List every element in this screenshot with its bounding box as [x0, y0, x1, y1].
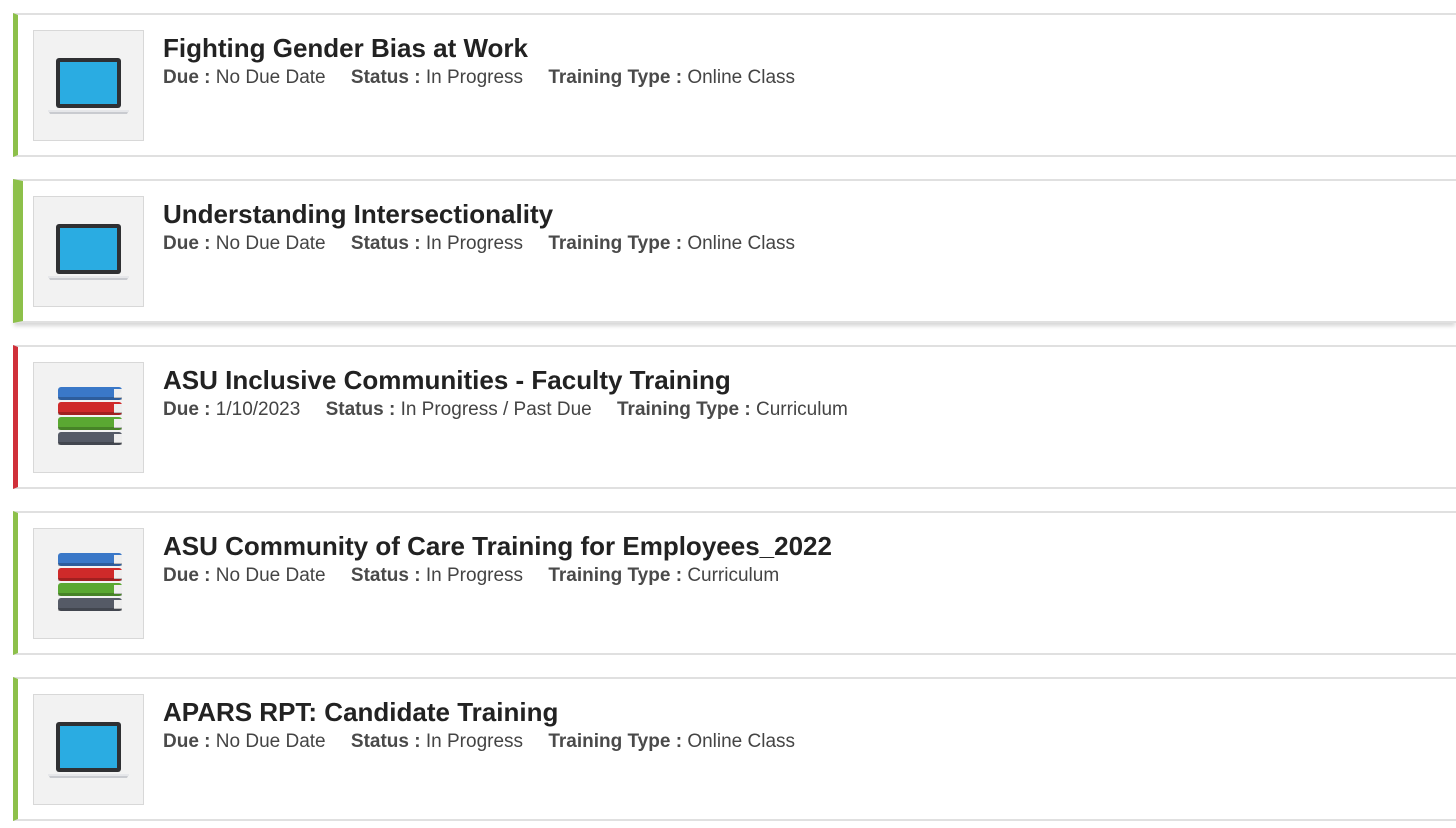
training-card[interactable]: ASU Inclusive Communities - Faculty Trai… — [13, 345, 1456, 489]
training-type-value: Online Class — [687, 67, 796, 88]
status-value: In Progress / Past Due — [400, 399, 592, 420]
training-title[interactable]: APARS RPT: Candidate Training — [163, 697, 1436, 727]
training-type-label: Training Type : — [548, 67, 683, 88]
status-label: Status : — [350, 67, 421, 88]
due-label: Due : — [163, 233, 211, 254]
status-label: Status : — [350, 233, 421, 254]
training-type-label: Training Type : — [548, 233, 683, 254]
training-title[interactable]: ASU Inclusive Communities - Faculty Trai… — [163, 365, 1436, 395]
status-value: In Progress — [425, 233, 524, 254]
training-card[interactable]: ASU Community of Care Training for Emplo… — [13, 511, 1456, 655]
due-label: Due : — [163, 565, 211, 586]
training-type-value: Curriculum — [756, 399, 848, 420]
due-label: Due : — [163, 731, 211, 752]
status-value: In Progress — [425, 731, 524, 752]
status-label: Status : — [350, 731, 421, 752]
training-meta: Due : No Due Date Status : In Progress T… — [163, 729, 1436, 755]
training-card[interactable]: APARS RPT: Candidate Training Due : No D… — [13, 677, 1456, 821]
training-type-label: Training Type : — [548, 731, 683, 752]
status-value: In Progress — [425, 67, 524, 88]
training-type-value: Online Class — [687, 233, 796, 254]
training-thumbnail — [33, 30, 144, 141]
due-value: No Due Date — [215, 67, 326, 88]
status-value: In Progress — [425, 565, 524, 586]
training-thumbnail — [33, 528, 144, 639]
training-type-value: Curriculum — [687, 565, 780, 586]
due-value: 1/10/2023 — [215, 399, 301, 420]
training-meta: Due : 1/10/2023 Status : In Progress / P… — [163, 397, 1436, 423]
training-thumbnail — [33, 196, 144, 307]
training-title[interactable]: ASU Community of Care Training for Emplo… — [163, 531, 1436, 561]
due-value: No Due Date — [215, 233, 326, 254]
training-meta: Due : No Due Date Status : In Progress T… — [163, 65, 1436, 91]
due-value: No Due Date — [215, 731, 326, 752]
due-value: No Due Date — [215, 565, 326, 586]
training-thumbnail — [33, 362, 144, 473]
training-type-label: Training Type : — [548, 565, 683, 586]
training-title[interactable]: Understanding Intersectionality — [163, 199, 1436, 229]
training-card[interactable]: Fighting Gender Bias at Work Due : No Du… — [13, 13, 1456, 157]
training-card[interactable]: Understanding Intersectionality Due : No… — [13, 179, 1456, 323]
status-label: Status : — [325, 399, 396, 420]
training-type-value: Online Class — [687, 731, 796, 752]
due-label: Due : — [163, 399, 211, 420]
due-label: Due : — [163, 67, 211, 88]
training-meta: Due : No Due Date Status : In Progress T… — [163, 231, 1436, 257]
training-meta: Due : No Due Date Status : In Progress T… — [163, 563, 1436, 589]
training-title[interactable]: Fighting Gender Bias at Work — [163, 33, 1436, 63]
training-list: Fighting Gender Bias at Work Due : No Du… — [0, 0, 1456, 828]
training-type-label: Training Type : — [617, 399, 751, 420]
training-thumbnail — [33, 694, 144, 805]
status-label: Status : — [350, 565, 421, 586]
